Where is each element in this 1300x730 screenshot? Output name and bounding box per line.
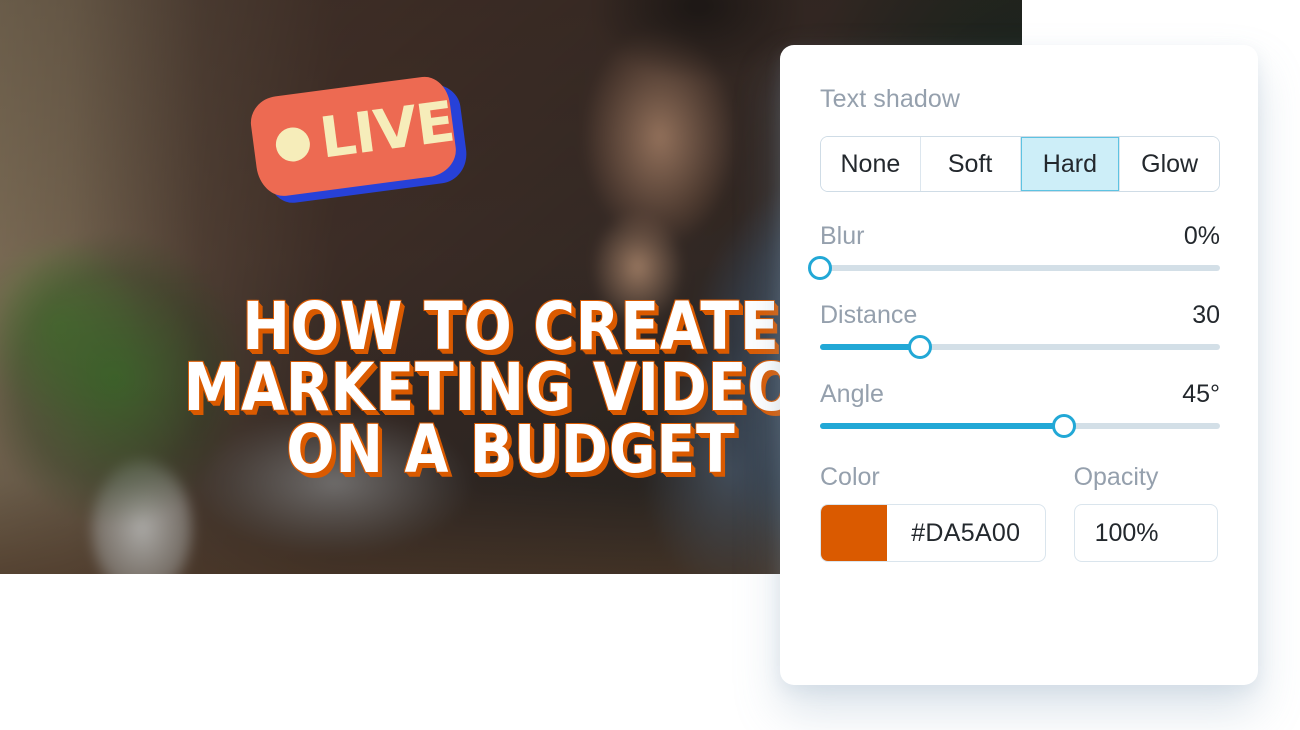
record-dot-icon <box>273 125 312 164</box>
shadow-type-none[interactable]: None <box>821 137 921 191</box>
distance-slider-header: Distance 30 <box>820 301 1220 330</box>
opacity-input[interactable]: 100% <box>1073 504 1218 562</box>
distance-label: Distance <box>820 301 918 329</box>
blur-slider-row: Blur 0% <box>808 222 1220 280</box>
distance-slider-track[interactable] <box>820 335 1220 359</box>
color-field-group: Color #DA5A00 <box>820 463 1046 562</box>
angle-slider-header: Angle 45° <box>820 380 1220 409</box>
panel-title: Text shadow <box>820 85 961 113</box>
angle-slider-thumb[interactable] <box>1052 414 1076 438</box>
angle-slider-track[interactable] <box>820 414 1220 438</box>
blur-value: 0% <box>1183 222 1220 250</box>
blur-slider-track[interactable] <box>808 256 1220 280</box>
shadow-type-hard[interactable]: Hard <box>1020 137 1121 191</box>
color-opacity-row: Color #DA5A00 Opacity 100% <box>820 463 1218 562</box>
live-badge-label: LIVE <box>316 89 458 172</box>
angle-slider-row: Angle 45° <box>820 380 1220 438</box>
color-label: Color <box>820 463 880 491</box>
color-input[interactable]: #DA5A00 <box>820 504 1046 562</box>
opacity-field-group: Opacity 100% <box>1073 463 1218 562</box>
blur-slider-header: Blur 0% <box>820 222 1220 251</box>
distance-slider-fill <box>820 344 920 350</box>
distance-slider-thumb[interactable] <box>908 335 932 359</box>
shadow-type-glow[interactable]: Glow <box>1120 137 1219 191</box>
angle-value: 45° <box>1182 380 1220 408</box>
color-hex-value[interactable]: #DA5A00 <box>887 505 1045 561</box>
color-swatch[interactable] <box>821 505 887 561</box>
angle-label: Angle <box>820 380 884 408</box>
distance-value: 30 <box>1192 301 1220 329</box>
text-shadow-panel: Text shadow None Soft Hard Glow Blur 0% … <box>780 45 1258 685</box>
blur-label: Blur <box>820 222 865 250</box>
screen: LIVE HOW TO CREATE MARKETING VIDEOS ON A… <box>0 0 1300 730</box>
shadow-type-soft[interactable]: Soft <box>920 137 1021 191</box>
angle-slider-fill <box>820 423 1064 429</box>
blur-slider-thumb[interactable] <box>808 256 832 280</box>
distance-slider-row: Distance 30 <box>820 301 1220 359</box>
shadow-type-segmented-control[interactable]: None Soft Hard Glow <box>820 136 1220 192</box>
opacity-label: Opacity <box>1073 463 1159 491</box>
